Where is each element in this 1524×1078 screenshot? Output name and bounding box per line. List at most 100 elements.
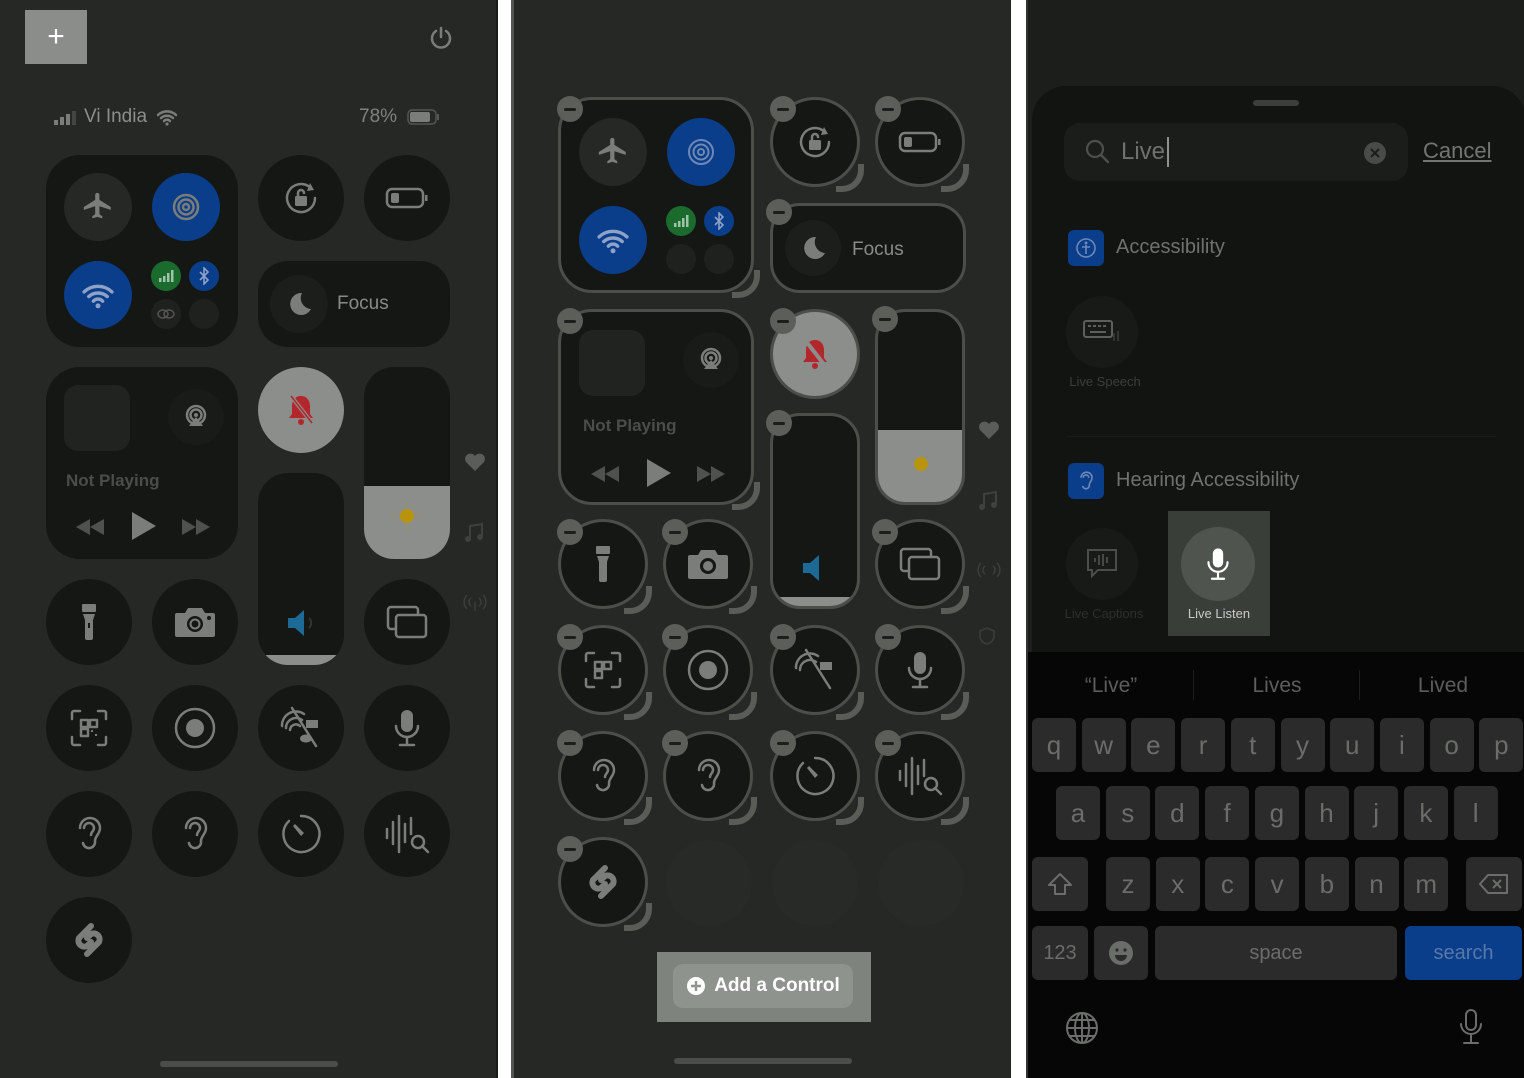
voice-memo-button[interactable] [364,685,450,771]
live-speech-button[interactable] [1066,296,1138,368]
key-q[interactable]: q [1032,718,1076,772]
add-control-button[interactable]: Add a Control [673,964,853,1008]
key-j[interactable]: j [1354,786,1399,840]
now-playing-module[interactable]: Not Playing [558,309,754,505]
shift-key[interactable] [1032,857,1088,911]
clear-search-button[interactable] [1364,142,1386,164]
remove-shazam-button[interactable] [557,836,583,862]
remove-now-playing-button[interactable] [557,308,583,334]
brightness-slider[interactable] [364,367,450,559]
remove-orientation-lock-button[interactable] [770,96,796,122]
resize-handle[interactable] [941,164,969,192]
key-d[interactable]: d [1155,786,1200,840]
low-power-mode-button[interactable] [364,155,450,241]
camera-button[interactable] [152,579,238,665]
key-g[interactable]: g [1254,786,1299,840]
hearing-button-1[interactable] [46,791,132,877]
key-u[interactable]: u [1330,718,1375,772]
power-icon[interactable] [428,24,454,50]
cellular-button[interactable] [151,261,181,291]
globe-icon[interactable] [1064,1010,1100,1046]
bluetooth-button[interactable] [189,261,219,291]
space-key[interactable]: space [1155,926,1397,980]
remove-brightness-button[interactable] [872,306,898,332]
search-field[interactable]: Live [1064,123,1408,181]
vpn-button[interactable] [189,299,219,329]
airplane-mode-button[interactable] [579,118,647,186]
wifi-button[interactable] [64,261,132,329]
resize-handle[interactable] [729,692,757,720]
remove-low-power-button[interactable] [875,96,901,122]
numbers-key[interactable]: 123 [1032,926,1088,980]
key-o[interactable]: o [1429,718,1474,772]
remove-voice-memo-button[interactable] [875,624,901,650]
volume-slider[interactable] [258,473,344,665]
empty-slot[interactable] [878,840,964,926]
key-w[interactable]: w [1081,718,1126,772]
suggestion-3[interactable]: Lived [1360,674,1524,698]
remove-connectivity-button[interactable] [557,96,583,122]
key-v[interactable]: v [1255,857,1300,911]
live-listen-button[interactable] [1181,527,1255,601]
delete-key[interactable] [1466,857,1522,911]
resize-handle[interactable] [941,586,969,614]
play-button[interactable] [645,457,673,494]
empty-slot[interactable] [772,840,858,926]
dictation-mic-icon[interactable] [1458,1008,1484,1046]
fast-forward-button[interactable] [180,517,212,542]
resize-handle[interactable] [732,270,760,298]
resize-handle[interactable] [941,692,969,720]
remove-screen-mirroring-button[interactable] [872,519,898,545]
key-m[interactable]: m [1404,857,1449,911]
code-scanner-button[interactable] [46,685,132,771]
suggestion-1[interactable]: “Live” [1028,674,1194,698]
rewind-button[interactable] [74,517,106,542]
add-control-button[interactable]: + [25,10,87,64]
remove-timer-button[interactable] [770,730,796,756]
link-button[interactable] [151,299,181,329]
timer-button[interactable] [258,791,344,877]
resize-handle[interactable] [624,903,652,931]
remove-screen-recording-button[interactable] [662,624,688,650]
remove-flashlight-button[interactable] [557,519,583,545]
key-z[interactable]: z [1106,857,1150,911]
key-l[interactable]: l [1453,786,1498,840]
suggestion-2[interactable]: Lives [1194,674,1360,698]
resize-handle[interactable] [624,586,652,614]
music-recognition-button[interactable] [364,791,450,877]
airplay-button[interactable] [168,389,224,445]
remove-silent-mode-button[interactable] [770,308,796,334]
resize-handle[interactable] [729,586,757,614]
hearing-button-2[interactable] [152,791,238,877]
bluetooth-button[interactable] [704,206,734,236]
key-y[interactable]: y [1280,718,1325,772]
key-p[interactable]: p [1479,718,1524,772]
focus-button[interactable]: Focus [258,261,450,347]
fast-forward-button[interactable] [695,464,727,489]
focus-button[interactable]: Focus [770,203,966,293]
key-a[interactable]: a [1056,786,1100,840]
key-h[interactable]: h [1304,786,1349,840]
resize-handle[interactable] [624,692,652,720]
rewind-button[interactable] [589,464,621,489]
play-button[interactable] [130,510,158,547]
remove-volume-button[interactable] [766,410,792,436]
cellular-button[interactable] [666,206,696,236]
key-b[interactable]: b [1304,857,1349,911]
sheet-grabber[interactable] [1253,100,1299,106]
shazam-button[interactable] [46,897,132,983]
volume-slider[interactable] [770,413,860,609]
empty-slot[interactable] [666,840,752,926]
brightness-slider[interactable] [875,309,965,505]
remove-focus-button[interactable] [766,199,792,225]
remove-hearing-1-button[interactable] [557,730,583,756]
resize-handle[interactable] [729,797,757,825]
resize-handle[interactable] [836,164,864,192]
orientation-lock-button[interactable] [258,155,344,241]
remove-music-recognition-button[interactable] [875,730,901,756]
vpn-button[interactable] [704,244,734,274]
resize-handle[interactable] [836,692,864,720]
key-i[interactable]: i [1379,718,1424,772]
hide-alerts-button[interactable] [258,685,344,771]
screen-mirroring-button[interactable] [364,579,450,665]
